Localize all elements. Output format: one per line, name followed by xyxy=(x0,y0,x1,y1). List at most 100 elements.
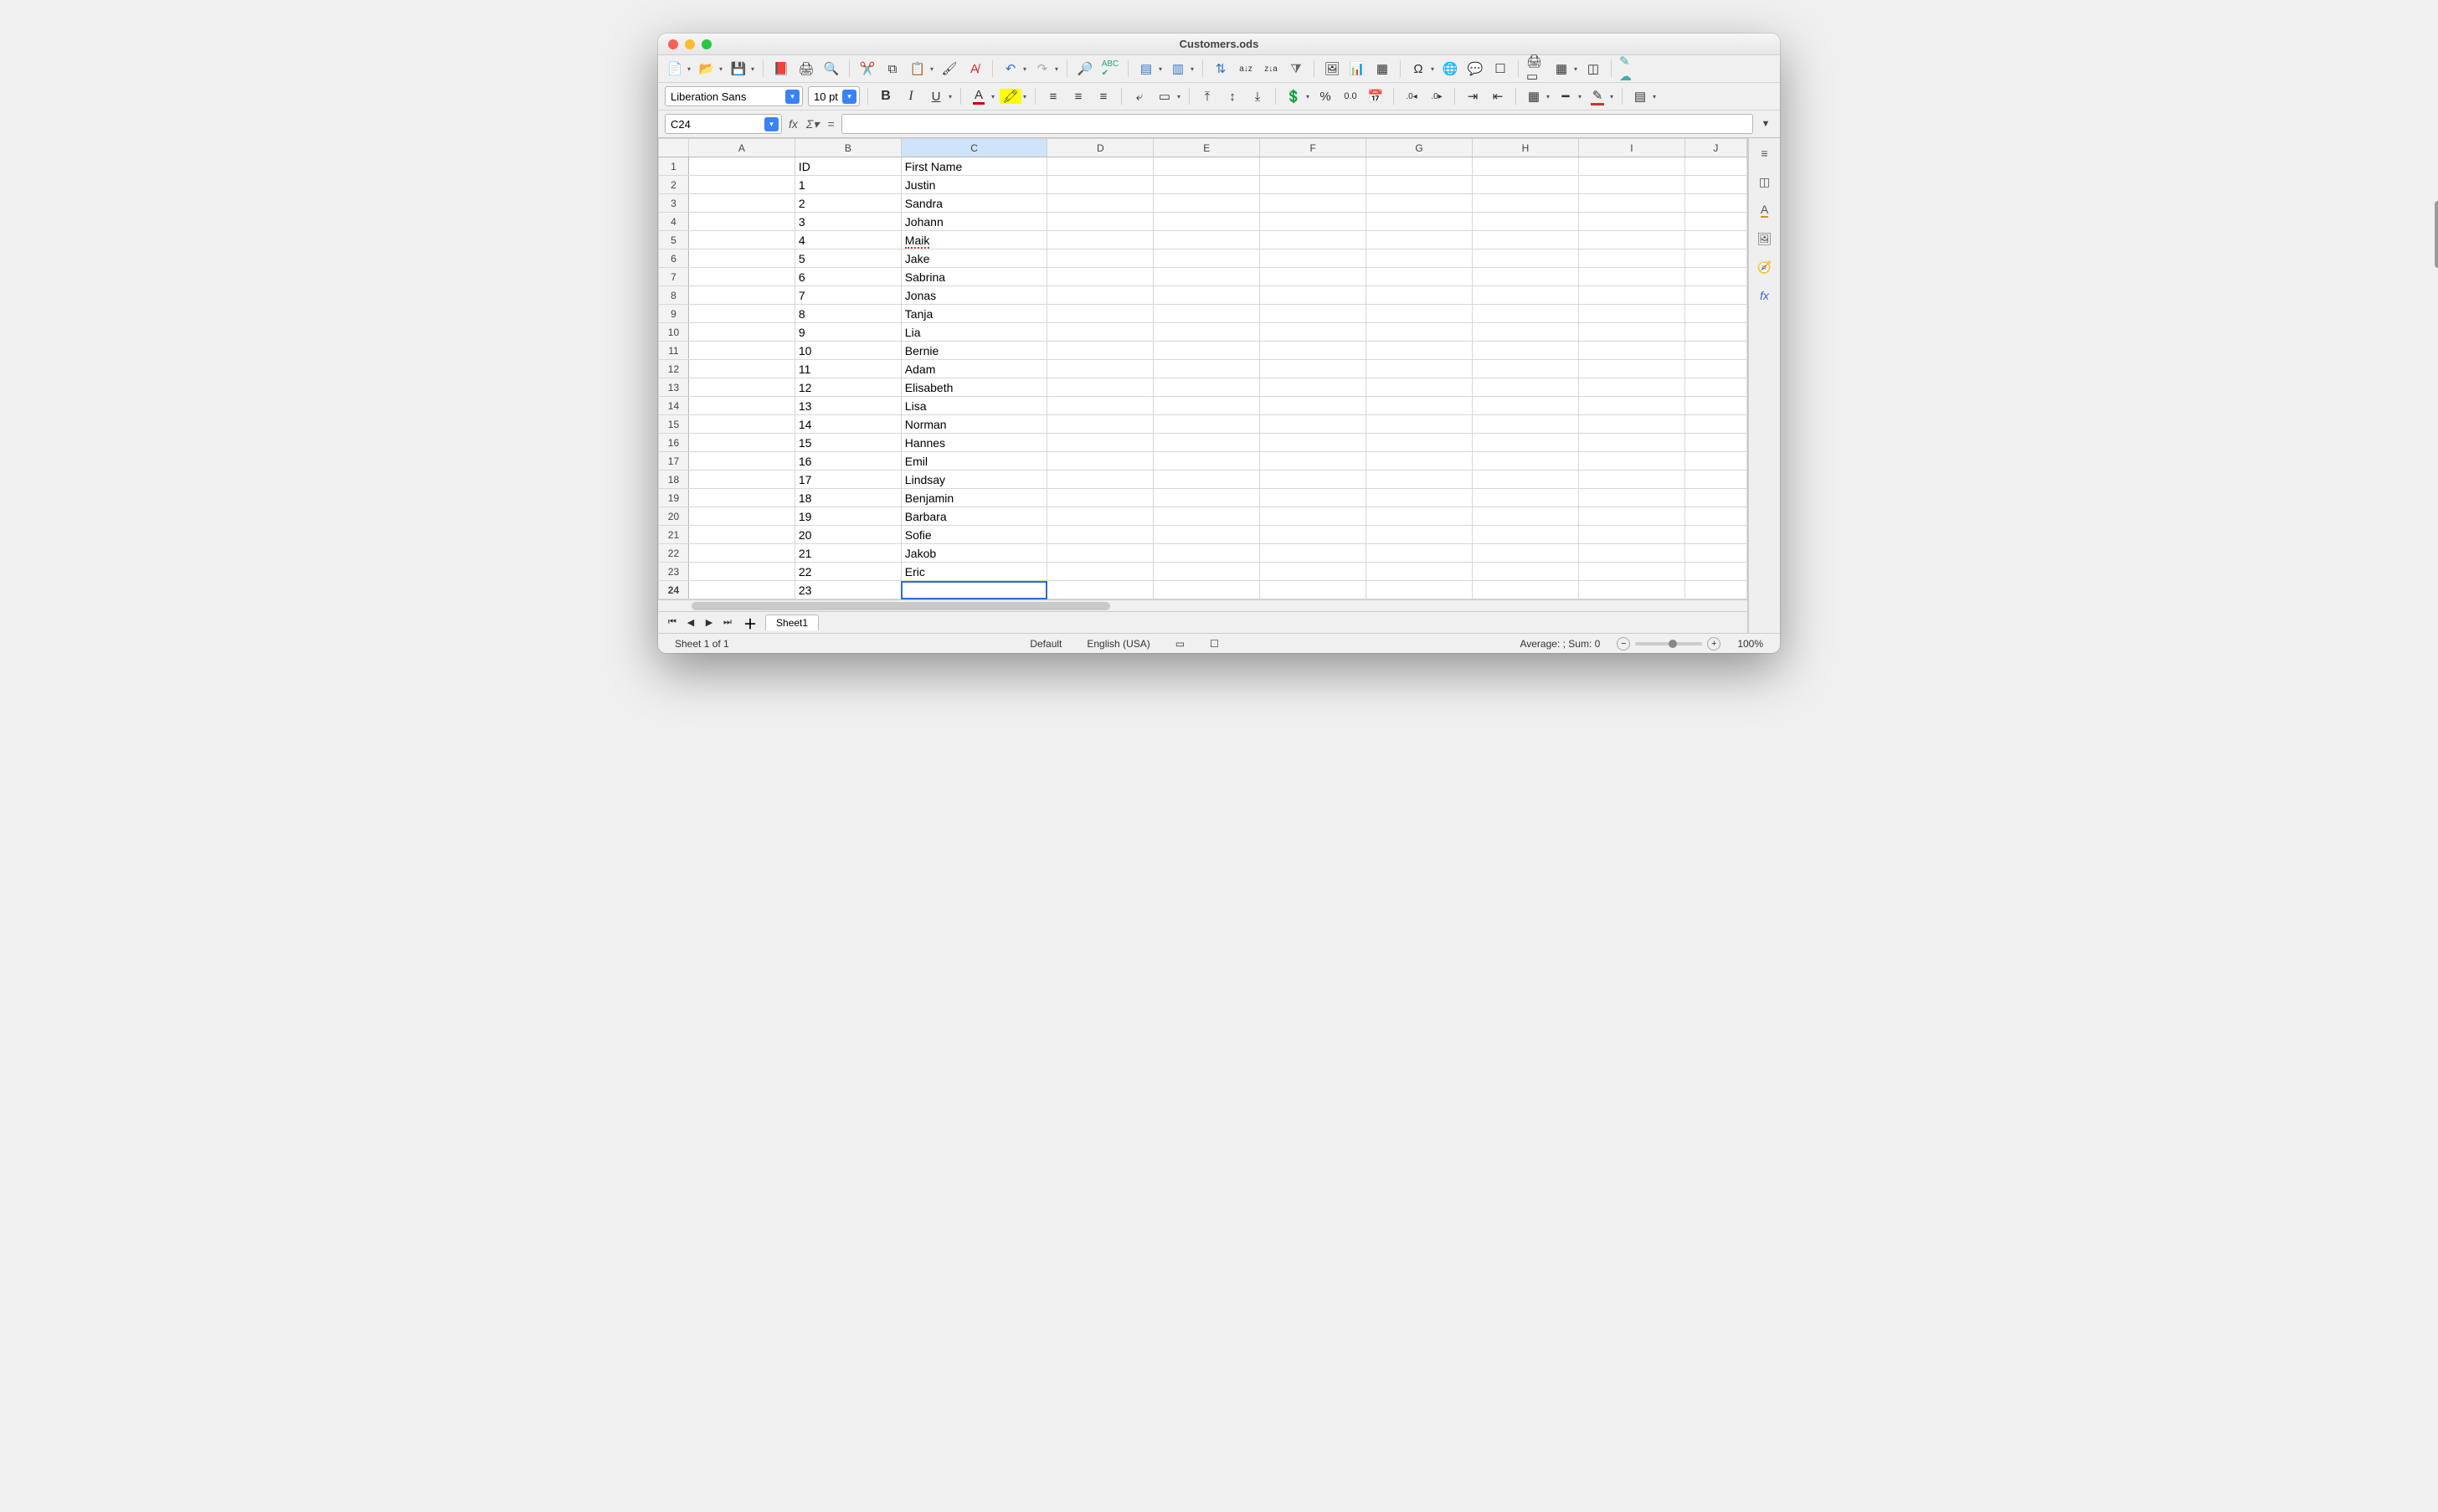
cell[interactable] xyxy=(1578,157,1684,176)
cell[interactable] xyxy=(1260,434,1366,452)
cell[interactable] xyxy=(1366,360,1473,378)
align-center-button[interactable]: ≡ xyxy=(1068,86,1088,106)
cell[interactable]: 14 xyxy=(795,415,901,434)
row-header[interactable]: 10 xyxy=(659,323,689,342)
cell[interactable] xyxy=(1154,360,1260,378)
row-header[interactable]: 18 xyxy=(659,471,689,489)
cell[interactable] xyxy=(1578,415,1684,434)
cell[interactable] xyxy=(1047,397,1154,415)
cell[interactable] xyxy=(1047,213,1154,231)
sidebar-settings-button[interactable]: ≡ xyxy=(1755,143,1775,163)
cell[interactable] xyxy=(1047,452,1154,471)
cell[interactable]: 19 xyxy=(795,507,901,526)
cell[interactable] xyxy=(1578,323,1684,342)
column-header-D[interactable]: D xyxy=(1047,139,1154,157)
cell[interactable] xyxy=(688,378,795,397)
cell[interactable]: 16 xyxy=(795,452,901,471)
styles-panel-button[interactable]: A xyxy=(1755,200,1775,220)
export-pdf-button[interactable]: 📕 xyxy=(771,59,791,79)
cell[interactable] xyxy=(1260,489,1366,507)
cell[interactable] xyxy=(688,305,795,323)
column-header-F[interactable]: F xyxy=(1260,139,1366,157)
cell[interactable] xyxy=(1366,563,1473,581)
cell[interactable] xyxy=(1260,268,1366,286)
paste-button[interactable]: 📋▾ xyxy=(908,59,928,79)
cell[interactable] xyxy=(1047,305,1154,323)
cell[interactable]: Lindsay xyxy=(901,471,1047,489)
cell[interactable] xyxy=(1473,194,1579,213)
print-preview-button[interactable]: 🔍 xyxy=(821,59,841,79)
cell[interactable] xyxy=(1154,378,1260,397)
align-top-button[interactable]: ⤒ xyxy=(1197,86,1217,106)
cell[interactable] xyxy=(1473,471,1579,489)
conditional-format-button[interactable]: ▤▾ xyxy=(1630,86,1650,106)
cell[interactable] xyxy=(1260,452,1366,471)
border-color-button[interactable]: ✎▾ xyxy=(1587,86,1607,106)
redo-button[interactable]: ↷▾ xyxy=(1032,59,1052,79)
special-char-button[interactable]: Ω▾ xyxy=(1408,59,1428,79)
cell[interactable] xyxy=(1684,231,1746,249)
formula-input[interactable] xyxy=(841,114,1754,134)
currency-button[interactable]: 💲▾ xyxy=(1283,86,1304,106)
copy-button[interactable]: ⧉ xyxy=(882,59,903,79)
cell[interactable]: Tanja xyxy=(901,305,1047,323)
cell[interactable] xyxy=(1578,489,1684,507)
cell[interactable] xyxy=(1047,489,1154,507)
column-header-G[interactable]: G xyxy=(1366,139,1473,157)
status-page-style[interactable]: Default xyxy=(1021,638,1070,650)
cell[interactable] xyxy=(1684,581,1746,599)
cell[interactable] xyxy=(1047,323,1154,342)
cell[interactable] xyxy=(1047,194,1154,213)
cell[interactable] xyxy=(1260,342,1366,360)
cell[interactable] xyxy=(1260,507,1366,526)
date-format-button[interactable]: 📅 xyxy=(1366,86,1386,106)
define-print-area-button[interactable]: 🖨▭ xyxy=(1526,59,1546,79)
cell[interactable]: 21 xyxy=(795,544,901,563)
cell[interactable] xyxy=(1684,415,1746,434)
headers-footers-button[interactable]: ☐ xyxy=(1490,59,1510,79)
row-header[interactable]: 22 xyxy=(659,544,689,563)
cell[interactable] xyxy=(1154,489,1260,507)
name-box[interactable]: C24 ▾ xyxy=(665,114,782,134)
cell[interactable]: 17 xyxy=(795,471,901,489)
cell[interactable] xyxy=(1578,471,1684,489)
cell[interactable] xyxy=(1154,581,1260,599)
cell[interactable] xyxy=(1684,213,1746,231)
equals-button[interactable]: = xyxy=(826,117,836,131)
show-draw-functions-button[interactable]: ✎☁ xyxy=(1619,59,1639,79)
cell[interactable] xyxy=(1260,563,1366,581)
cell[interactable] xyxy=(1473,526,1579,544)
row-header[interactable]: 15 xyxy=(659,415,689,434)
cell[interactable] xyxy=(688,489,795,507)
cell[interactable] xyxy=(1684,526,1746,544)
cell[interactable] xyxy=(1578,563,1684,581)
font-size-combo[interactable]: 10 pt ▾ xyxy=(808,86,860,106)
cell[interactable] xyxy=(1366,176,1473,194)
cell[interactable] xyxy=(1366,286,1473,305)
cell[interactable] xyxy=(1047,434,1154,452)
cell[interactable] xyxy=(1154,526,1260,544)
cell[interactable] xyxy=(1366,213,1473,231)
cell[interactable]: 11 xyxy=(795,360,901,378)
cell[interactable] xyxy=(1260,231,1366,249)
font-name-combo[interactable]: Liberation Sans ▾ xyxy=(665,86,803,106)
status-aggregate[interactable]: Average: ; Sum: 0 xyxy=(1511,638,1608,650)
cell[interactable] xyxy=(1473,249,1579,268)
cell[interactable] xyxy=(688,213,795,231)
cell[interactable] xyxy=(1260,305,1366,323)
cell[interactable] xyxy=(1473,489,1579,507)
row-header[interactable]: 6 xyxy=(659,249,689,268)
sort-button[interactable]: ⇅ xyxy=(1211,59,1231,79)
row-header[interactable]: 9 xyxy=(659,305,689,323)
cell[interactable]: Adam xyxy=(901,360,1047,378)
cell[interactable] xyxy=(1473,581,1579,599)
cell[interactable] xyxy=(1578,194,1684,213)
cell[interactable]: Lisa xyxy=(901,397,1047,415)
cell[interactable]: 22 xyxy=(795,563,901,581)
cell[interactable] xyxy=(1366,452,1473,471)
cell[interactable] xyxy=(1047,471,1154,489)
cell[interactable] xyxy=(1578,268,1684,286)
cell[interactable] xyxy=(1366,157,1473,176)
minimize-window-button[interactable] xyxy=(685,39,695,49)
row-ops-button[interactable]: ▤▾ xyxy=(1136,59,1156,79)
